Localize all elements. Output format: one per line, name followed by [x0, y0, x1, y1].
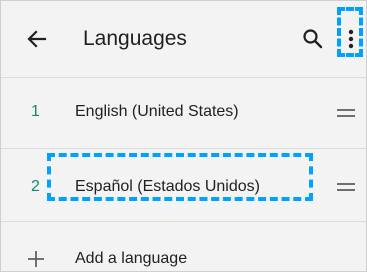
spanish-highlight-box [47, 153, 313, 201]
language-order-number: 2 [31, 178, 40, 195]
language-order-number: 1 [31, 103, 40, 120]
back-button[interactable] [23, 25, 51, 53]
search-icon [303, 29, 323, 49]
menu-highlight-box [337, 7, 363, 57]
page-title: Languages [83, 27, 187, 50]
search-button[interactable] [299, 25, 327, 53]
language-label: English (United States) [75, 103, 239, 120]
drag-handle-icon[interactable] [337, 182, 355, 192]
top-app-bar: Languages [1, 1, 366, 77]
plus-icon [28, 251, 44, 267]
settings-screen: Languages 1 English (United States) 2 Es [0, 0, 367, 272]
language-row-english[interactable]: 1 English (United States) [1, 78, 366, 150]
add-language-label: Add a language [75, 250, 188, 267]
add-language-button[interactable]: Add a language [1, 233, 366, 271]
drag-handle-icon[interactable] [337, 108, 355, 118]
arrow-back-icon [27, 30, 47, 48]
divider [1, 221, 366, 222]
